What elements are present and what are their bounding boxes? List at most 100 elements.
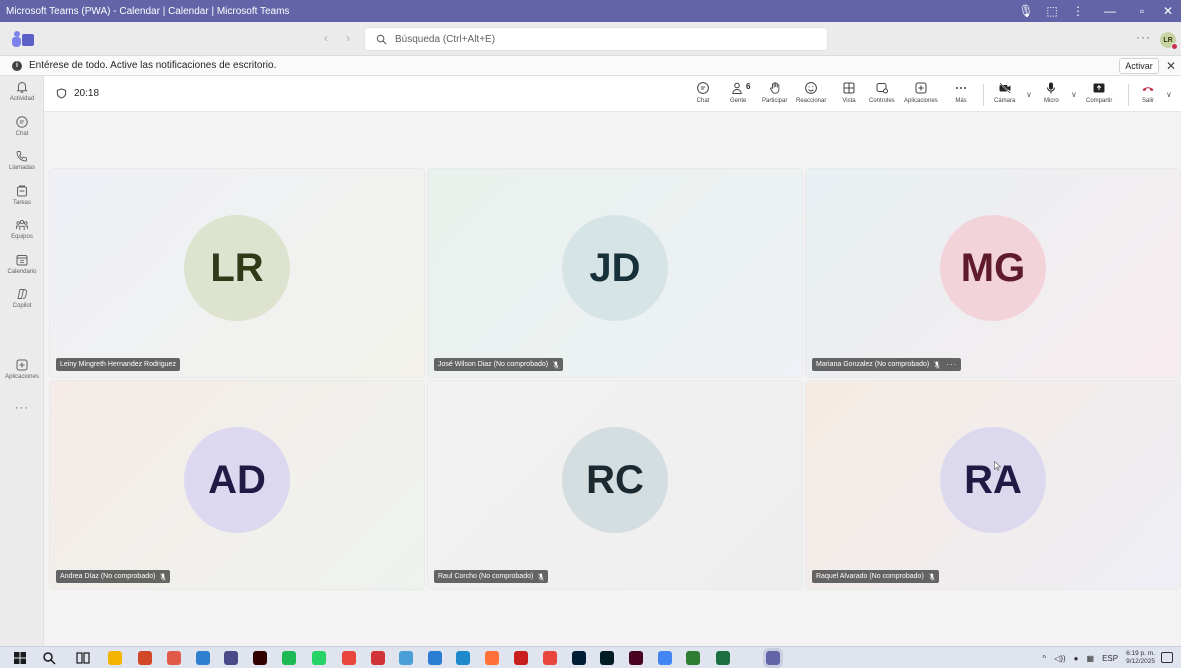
react-button[interactable]: Reaccionar bbox=[796, 81, 826, 104]
illustrator-icon[interactable] bbox=[253, 651, 267, 665]
store-icon[interactable] bbox=[167, 651, 181, 665]
windows-start-icon[interactable] bbox=[14, 652, 26, 664]
notification-center-icon[interactable] bbox=[1161, 652, 1173, 663]
view-button[interactable]: Vista bbox=[842, 81, 856, 104]
search-icon bbox=[373, 31, 389, 47]
rail-item-chat[interactable]: Chat bbox=[0, 115, 44, 149]
close-window-button[interactable]: ✕ bbox=[1155, 0, 1181, 22]
minimize-button[interactable]: — bbox=[1091, 0, 1129, 22]
rail-item-copilot[interactable]: Copilot bbox=[0, 287, 44, 321]
share-button[interactable]: Compartir bbox=[1086, 81, 1112, 104]
maximize-button[interactable]: ▫ bbox=[1129, 0, 1155, 22]
meeting-timer: 20:18 bbox=[56, 88, 99, 99]
mic-off-icon bbox=[160, 572, 167, 581]
search-box[interactable]: Búsqueda (Ctrl+Alt+E) bbox=[364, 27, 828, 51]
whatsapp-icon[interactable] bbox=[312, 651, 326, 665]
rail-item-calls[interactable]: Llamadas bbox=[0, 149, 44, 183]
participant-tile[interactable]: MG Mariana Gonzalez (No comprobado) ··· bbox=[806, 169, 1180, 377]
photoshop-icon[interactable] bbox=[572, 651, 586, 665]
mic-tray-icon[interactable]: ● bbox=[1074, 654, 1079, 663]
mic-button[interactable]: Micro bbox=[1044, 81, 1059, 104]
volume-icon[interactable]: ◁)) bbox=[1054, 654, 1065, 663]
rail-item-tasks[interactable]: Tareas bbox=[0, 184, 44, 218]
language-indicator[interactable]: ESP bbox=[1102, 654, 1118, 663]
participant-avatar: MG bbox=[940, 215, 1046, 321]
leave-button[interactable]: Salir bbox=[1141, 81, 1155, 104]
search-icon[interactable] bbox=[42, 651, 56, 665]
indesign-icon[interactable] bbox=[629, 651, 643, 665]
back-arrow-icon[interactable]: ‹ bbox=[324, 31, 328, 45]
more-button[interactable]: Más bbox=[954, 81, 968, 104]
network-icon[interactable]: ▦ bbox=[1087, 654, 1095, 663]
more-icon bbox=[956, 87, 966, 89]
forward-arrow-icon[interactable]: › bbox=[346, 31, 350, 45]
more-options-icon[interactable]: ··· bbox=[1136, 30, 1151, 44]
teams-icon[interactable] bbox=[763, 648, 783, 668]
app-rail: Actividad Chat Llamadas Tareas Equipos C… bbox=[0, 76, 44, 646]
task-view-icon[interactable] bbox=[76, 651, 90, 665]
apps-button[interactable]: Aplicaciones bbox=[904, 81, 938, 104]
lrc-icon[interactable] bbox=[224, 651, 238, 665]
camera-options-chevron-icon[interactable]: ∨ bbox=[1026, 90, 1032, 99]
chrome-icon[interactable] bbox=[342, 651, 356, 665]
folder-icon[interactable] bbox=[428, 651, 442, 665]
camera-button[interactable]: Cámara bbox=[994, 81, 1015, 104]
system-tray: ^ ◁)) ● ▦ ESP 6:19 p. m. 9/12/2025 bbox=[1042, 647, 1181, 668]
shield-icon bbox=[56, 88, 67, 99]
chrome3-icon[interactable] bbox=[658, 651, 672, 665]
raise-hand-button[interactable]: Participar bbox=[762, 81, 787, 104]
chat-icon bbox=[697, 82, 709, 94]
edit-icon[interactable] bbox=[399, 651, 413, 665]
participant-name-label: Raquel Alvarado (No comprobado) bbox=[812, 570, 939, 583]
more-apps-icon[interactable]: ··· bbox=[0, 402, 44, 414]
participant-tile[interactable]: RC Raul Corcho (No comprobado) bbox=[428, 381, 802, 589]
participant-avatar: JD bbox=[562, 215, 668, 321]
notification-banner: i Entérese de todo. Active las notificac… bbox=[0, 56, 1181, 76]
spotify-icon[interactable] bbox=[282, 651, 296, 665]
close-icon[interactable]: ✕ bbox=[1164, 58, 1178, 74]
participant-tile[interactable]: RA Raquel Alvarado (No comprobado) bbox=[806, 381, 1180, 589]
mic-icon[interactable]: 🎙︎ bbox=[1013, 0, 1039, 22]
kebab-menu-icon[interactable]: ⋮ bbox=[1065, 0, 1091, 22]
toolbar-divider bbox=[1128, 84, 1129, 106]
clock[interactable]: 6:19 p. m. 9/12/2025 bbox=[1126, 650, 1155, 666]
people-button[interactable]: 6 Gente bbox=[730, 81, 750, 104]
acrobat-icon[interactable] bbox=[514, 651, 528, 665]
firefox-icon[interactable] bbox=[485, 651, 499, 665]
browser-icon[interactable] bbox=[196, 651, 210, 665]
chevron-up-icon[interactable]: ^ bbox=[1042, 654, 1046, 663]
participant-tile[interactable]: AD Andrea Díaz (No comprobado) bbox=[50, 381, 424, 589]
apps-icon bbox=[16, 359, 28, 371]
rail-item-activity[interactable]: Actividad bbox=[0, 80, 44, 114]
controls-button[interactable]: Controles bbox=[869, 81, 895, 104]
participant-avatar: AD bbox=[184, 427, 290, 533]
calendar-icon bbox=[16, 255, 28, 266]
participant-tile[interactable]: LR Leiny Mingreth Hernandez Rodriguez bbox=[50, 169, 424, 377]
teams-icon bbox=[16, 219, 28, 230]
people-icon bbox=[732, 82, 742, 94]
rail-item-apps[interactable]: Aplicaciones bbox=[0, 358, 44, 392]
activate-notifications-button[interactable]: Activar bbox=[1119, 58, 1159, 74]
mic-options-chevron-icon[interactable]: ∨ bbox=[1071, 90, 1077, 99]
participant-name-label: Andrea Díaz (No comprobado) bbox=[56, 570, 171, 583]
controls-icon bbox=[876, 83, 888, 94]
rail-item-calendar[interactable]: Calendario bbox=[0, 253, 44, 287]
app-icon[interactable] bbox=[686, 651, 700, 665]
file-explorer-icon[interactable] bbox=[108, 651, 122, 665]
powerpoint-icon[interactable] bbox=[138, 651, 152, 665]
chrome2-icon[interactable] bbox=[543, 651, 557, 665]
extension-icon[interactable]: ⬚ bbox=[1039, 0, 1065, 22]
tasks-icon bbox=[17, 185, 27, 197]
leave-options-chevron-icon[interactable]: ∨ bbox=[1166, 90, 1172, 99]
excel-icon[interactable] bbox=[716, 651, 730, 665]
pin-icon[interactable] bbox=[371, 651, 385, 665]
chat-button[interactable]: Chat bbox=[696, 81, 710, 104]
avatar[interactable]: LR bbox=[1160, 32, 1178, 50]
participant-name-label: Raul Corcho (No comprobado) bbox=[434, 570, 549, 583]
edge-icon[interactable] bbox=[456, 651, 470, 665]
window-titlebar: Microsoft Teams (PWA) - Calendar | Calen… bbox=[0, 0, 1181, 22]
participant-more-icon[interactable]: ··· bbox=[946, 360, 957, 369]
rail-item-teams[interactable]: Equipos bbox=[0, 218, 44, 252]
participant-tile[interactable]: JD José Wilson Diaz (No comprobado) bbox=[428, 169, 802, 377]
lightroom-icon[interactable] bbox=[600, 651, 614, 665]
